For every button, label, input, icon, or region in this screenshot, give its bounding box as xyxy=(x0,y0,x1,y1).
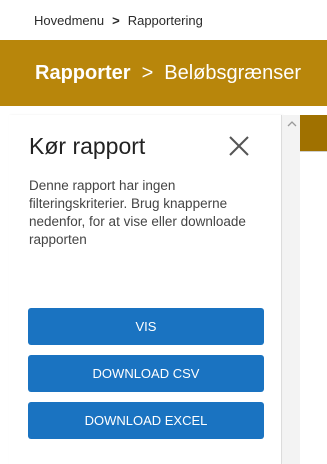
header-section-title: Rapporter xyxy=(35,61,131,84)
scroll-up-button[interactable] xyxy=(283,115,300,132)
header-separator: > xyxy=(141,61,154,84)
page-header: Rapporter > Beløbsgrænser xyxy=(0,40,327,106)
breadcrumb-separator: > xyxy=(112,12,120,28)
breadcrumb: Hovedmenu > Rapportering xyxy=(0,0,327,40)
view-report-button[interactable]: VIS xyxy=(28,308,264,345)
panel-title: Kør rapport xyxy=(29,133,146,159)
run-report-panel: Kør rapport Denne rapport har ingen filt… xyxy=(9,115,282,464)
header-page-title: Beløbsgrænser xyxy=(164,61,301,84)
table-header-strip xyxy=(300,115,327,151)
close-icon xyxy=(229,136,249,156)
chevron-up-icon xyxy=(287,121,296,127)
panel-description: Denne rapport har ingen filteringskriter… xyxy=(29,178,246,247)
download-csv-button[interactable]: DOWNLOAD CSV xyxy=(28,355,264,392)
breadcrumb-home-link[interactable]: Hovedmenu xyxy=(34,13,104,28)
breadcrumb-current[interactable]: Rapportering xyxy=(128,13,203,28)
close-button[interactable] xyxy=(227,134,251,158)
divider xyxy=(300,151,327,152)
download-excel-button[interactable]: DOWNLOAD EXCEL xyxy=(28,402,264,439)
scrollbar[interactable] xyxy=(283,115,300,464)
